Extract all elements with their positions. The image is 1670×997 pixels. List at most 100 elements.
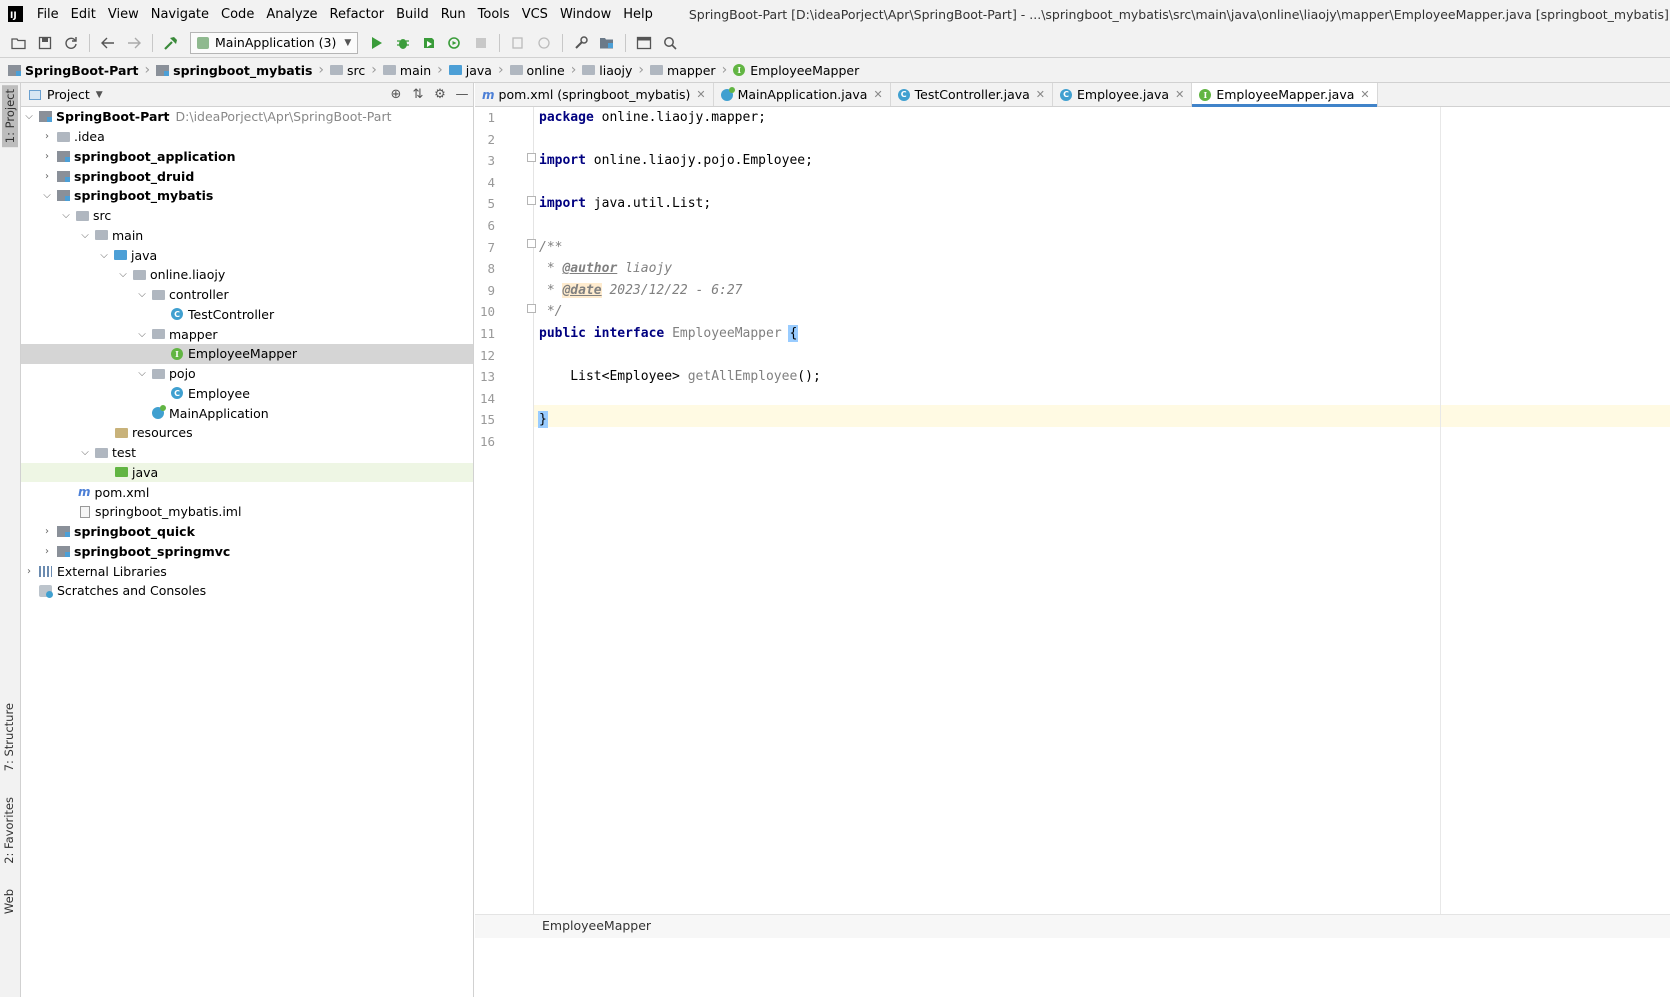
menu-tools[interactable]: Tools xyxy=(472,7,516,22)
close-icon[interactable]: ✕ xyxy=(696,88,705,101)
back-arrow-icon[interactable] xyxy=(97,32,119,54)
chevron-down-icon[interactable]: ⌵ xyxy=(79,230,91,241)
code-editor[interactable]: 1 2 3 4 5 6 7 8 9 10 11 12 13 14 15 16 p… xyxy=(475,107,1670,997)
project-view-select[interactable]: Project xyxy=(47,87,90,102)
tree-item-java[interactable]: ⌵ java xyxy=(21,245,473,265)
menu-vcs[interactable]: VCS xyxy=(516,7,554,22)
settings-wrench-icon[interactable] xyxy=(570,32,592,54)
debug-bug-icon[interactable] xyxy=(392,32,414,54)
run-with-coverage-icon[interactable] xyxy=(418,32,440,54)
open-folder-icon[interactable] xyxy=(8,32,30,54)
tree-item-springboot-springmvc[interactable]: › springboot_springmvc xyxy=(21,542,473,562)
tree-item-idea[interactable]: › .idea xyxy=(21,127,473,147)
menu-code[interactable]: Code xyxy=(215,7,260,22)
tree-item-springboot-part[interactable]: ⌵ SpringBoot-Part D:\ideaPorject\Apr\Sprin… xyxy=(21,107,473,127)
tree-item-test[interactable]: ⌵ test xyxy=(21,443,473,463)
stop-icon[interactable] xyxy=(470,32,492,54)
chevron-right-icon[interactable]: › xyxy=(23,566,35,577)
tab-pom-xml[interactable]: m pom.xml (springboot_mybatis) ✕ xyxy=(475,83,714,106)
breadcrumb-item-mapper[interactable]: mapper › xyxy=(650,62,733,78)
gear-icon[interactable]: ⚙ xyxy=(429,87,451,102)
build-hammer-icon[interactable] xyxy=(160,32,182,54)
chevron-right-icon[interactable]: › xyxy=(41,526,53,537)
save-all-icon[interactable] xyxy=(34,32,56,54)
tree-item-springboot-application[interactable]: › springboot_application xyxy=(21,147,473,167)
chevron-down-icon[interactable]: ⌵ xyxy=(60,210,72,221)
tree-item-external-libraries[interactable]: › External Libraries xyxy=(21,561,473,581)
menu-analyze[interactable]: Analyze xyxy=(260,7,323,22)
editor-breadcrumb[interactable]: EmployeeMapper xyxy=(475,914,1670,938)
chevron-down-icon[interactable]: ▼ xyxy=(96,90,103,100)
chevron-right-icon[interactable]: › xyxy=(41,151,53,162)
collapse-all-icon[interactable]: ⇅ xyxy=(407,87,429,102)
chevron-down-icon[interactable]: ⌵ xyxy=(117,269,129,280)
tool-tab-favorites[interactable]: 2: Favorites xyxy=(2,797,16,864)
menu-view[interactable]: View xyxy=(102,7,145,22)
attach-icon[interactable] xyxy=(507,32,529,54)
close-icon[interactable]: ✕ xyxy=(1036,88,1045,101)
tree-item-test-java[interactable]: java xyxy=(21,462,473,483)
run-configuration-select[interactable]: MainApplication (3) ▼ xyxy=(190,31,359,54)
search-icon[interactable] xyxy=(659,32,681,54)
menu-run[interactable]: Run xyxy=(435,7,472,22)
tab-employeemapper[interactable]: I EmployeeMapper.java ✕ xyxy=(1192,83,1378,107)
tree-item-springboot-druid[interactable]: › springboot_druid xyxy=(21,166,473,186)
breadcrumb-item-liaojy[interactable]: liaojy › xyxy=(582,62,650,78)
breadcrumb-item-main[interactable]: main › xyxy=(382,62,449,78)
chevron-down-icon[interactable]: ⌵ xyxy=(136,289,148,300)
locate-target-icon[interactable]: ⊕ xyxy=(385,87,407,102)
breadcrumb-item-src[interactable]: src › xyxy=(330,62,383,78)
tree-item-scratches[interactable]: Scratches and Consoles xyxy=(21,581,473,601)
tree-item-springboot-mybatis[interactable]: ⌵ springboot_mybatis xyxy=(21,186,473,206)
close-icon[interactable]: ✕ xyxy=(1360,88,1369,101)
close-icon[interactable]: ✕ xyxy=(873,88,882,101)
tool-tab-web[interactable]: Web xyxy=(2,889,16,914)
chevron-right-icon[interactable]: › xyxy=(41,546,53,557)
chevron-down-icon[interactable]: ⌵ xyxy=(79,447,91,458)
tree-item-mainapplication[interactable]: MainApplication xyxy=(21,403,473,423)
tree-item-src[interactable]: ⌵ src xyxy=(21,206,473,226)
menu-edit[interactable]: Edit xyxy=(65,7,102,22)
breadcrumb-item-springboot-part[interactable]: SpringBoot-Part › xyxy=(8,62,156,78)
fold-marker-icon[interactable] xyxy=(527,153,536,162)
tree-item-resources[interactable]: resources xyxy=(21,423,473,443)
vcs-icon[interactable] xyxy=(533,32,555,54)
breadcrumb-item-springboot-mybatis[interactable]: springboot_mybatis › xyxy=(156,62,330,78)
chevron-down-icon[interactable]: ⌵ xyxy=(41,190,53,201)
profile-icon[interactable] xyxy=(444,32,466,54)
tab-employee[interactable]: C Employee.java ✕ xyxy=(1053,83,1193,106)
tree-item-pojo[interactable]: ⌵ pojo xyxy=(21,364,473,384)
chevron-down-icon[interactable]: ⌵ xyxy=(98,250,110,261)
tree-item-mapper[interactable]: ⌵ mapper xyxy=(21,324,473,344)
tool-tab-structure[interactable]: 7: Structure xyxy=(2,703,16,771)
menu-build[interactable]: Build xyxy=(390,7,435,22)
chevron-down-icon[interactable]: ⌵ xyxy=(136,329,148,340)
tab-testcontroller[interactable]: C TestController.java ✕ xyxy=(891,83,1054,106)
presentation-icon[interactable] xyxy=(633,32,655,54)
tree-item-pom-xml[interactable]: m pom.xml xyxy=(21,482,473,502)
tool-tab-project[interactable]: 1: Project xyxy=(2,85,18,148)
chevron-down-icon[interactable]: ⌵ xyxy=(136,368,148,379)
project-structure-icon[interactable] xyxy=(596,32,618,54)
tree-item-online-liaojy[interactable]: ⌵ online.liaojy xyxy=(21,265,473,285)
menu-file[interactable]: File xyxy=(31,7,65,22)
chevron-right-icon[interactable]: › xyxy=(41,131,53,142)
menu-help[interactable]: Help xyxy=(617,7,659,22)
tree-item-main[interactable]: ⌵ main xyxy=(21,226,473,246)
fold-marker-icon[interactable] xyxy=(527,304,536,313)
tree-item-employee[interactable]: C Employee xyxy=(21,384,473,404)
fold-marker-icon[interactable] xyxy=(527,239,536,248)
close-icon[interactable]: ✕ xyxy=(1175,88,1184,101)
fold-marker-icon[interactable] xyxy=(527,196,536,205)
menu-refactor[interactable]: Refactor xyxy=(324,7,391,22)
sync-icon[interactable] xyxy=(60,32,82,54)
tree-item-employeemapper[interactable]: I EmployeeMapper xyxy=(21,344,473,364)
breadcrumb-item-java[interactable]: java › xyxy=(448,62,510,78)
tree-item-springboot-quick[interactable]: › springboot_quick xyxy=(21,522,473,542)
run-icon[interactable] xyxy=(366,32,388,54)
breadcrumb-item-online[interactable]: online › xyxy=(509,62,583,78)
tree-item-testcontroller[interactable]: C TestController xyxy=(21,305,473,325)
menu-window[interactable]: Window xyxy=(554,7,617,22)
hide-panel-icon[interactable]: — xyxy=(451,87,473,102)
chevron-down-icon[interactable]: ⌵ xyxy=(23,111,35,122)
